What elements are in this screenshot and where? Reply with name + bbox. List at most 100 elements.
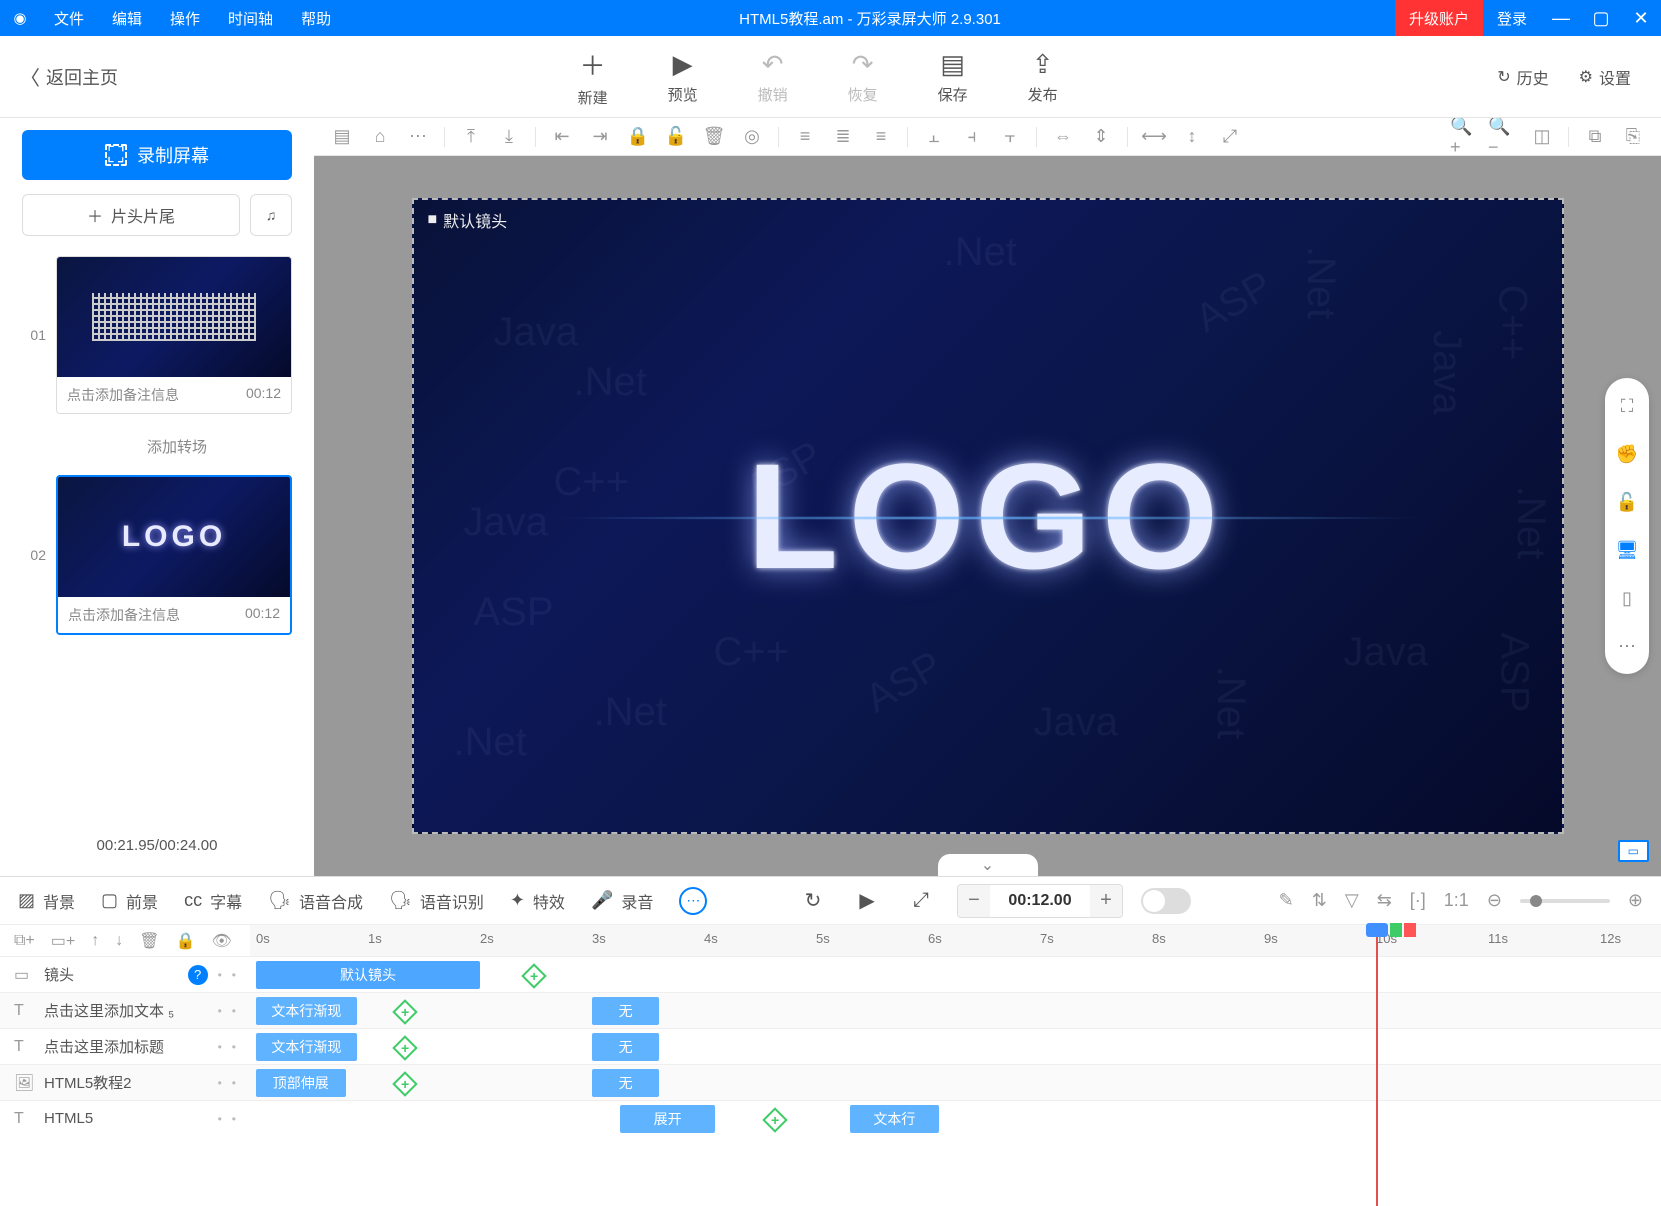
- time-minus-button[interactable]: −: [958, 885, 990, 917]
- track-dot[interactable]: •: [218, 1112, 222, 1126]
- scene-note[interactable]: 点击添加备注信息: [68, 605, 180, 625]
- timeline-tab[interactable]: 🎤录音: [591, 889, 653, 913]
- add-keyframe-button[interactable]: [392, 1035, 417, 1060]
- filter-tl-icon[interactable]: ⇅: [1312, 890, 1327, 911]
- match-w-icon[interactable]: ⟷: [1138, 121, 1170, 153]
- target-icon[interactable]: ◎: [736, 121, 768, 153]
- timeline-tab[interactable]: ▢前景: [101, 889, 158, 913]
- help-icon[interactable]: ?: [188, 965, 208, 985]
- record-screen-button[interactable]: ⛶ 录制屏幕: [22, 130, 292, 180]
- skip-start-icon[interactable]: ⇤: [546, 121, 578, 153]
- menu-item[interactable]: 编辑: [98, 0, 156, 36]
- menu-item[interactable]: 帮助: [287, 0, 345, 36]
- head-tail-button[interactable]: ＋ 片头片尾: [22, 194, 240, 236]
- timeline-tab[interactable]: ▨背景: [18, 889, 75, 913]
- align-right-icon[interactable]: ≡: [865, 121, 897, 153]
- timeline-tab[interactable]: ✦特效: [510, 889, 565, 913]
- new-folder-icon[interactable]: ⧉+: [14, 932, 35, 950]
- close-button[interactable]: ✕: [1621, 0, 1661, 36]
- login-button[interactable]: 登录: [1483, 0, 1541, 36]
- topbar-action[interactable]: ＋新建: [553, 46, 633, 108]
- timeline-tab[interactable]: 🗣语音合成: [268, 889, 363, 913]
- track-dot[interactable]: •: [232, 1076, 236, 1090]
- playhead[interactable]: [1376, 925, 1378, 1206]
- time-value[interactable]: 00:12.00: [990, 892, 1090, 910]
- add-transition-button[interactable]: 添加转场: [22, 430, 292, 459]
- match-icon[interactable]: ⤢: [1214, 121, 1246, 153]
- match-h-icon[interactable]: ↕: [1176, 121, 1208, 153]
- maximize-button[interactable]: ▢: [1581, 0, 1621, 36]
- up-icon[interactable]: ↑: [91, 932, 99, 950]
- track[interactable]: 文本行渐现 无: [250, 1029, 1661, 1064]
- align-left-icon[interactable]: ≡: [789, 121, 821, 153]
- lock-tl-icon[interactable]: 🔒: [176, 931, 196, 951]
- track-dot[interactable]: •: [218, 1004, 222, 1018]
- add-keyframe-button[interactable]: [392, 999, 417, 1024]
- edit-tl-icon[interactable]: ✎: [1279, 890, 1294, 911]
- bracket-icon[interactable]: [·]: [1410, 890, 1426, 911]
- more-tabs-button[interactable]: ⋯: [679, 887, 707, 915]
- layer-icon[interactable]: ▤: [326, 121, 358, 153]
- track-label[interactable]: HTML5教程2: [44, 1072, 208, 1093]
- clip[interactable]: 文本行渐现: [256, 1033, 357, 1061]
- unlock-icon[interactable]: 🔓: [660, 121, 692, 153]
- dist-h-icon[interactable]: ⇔: [1047, 121, 1079, 153]
- align-top-icon[interactable]: ⤒: [455, 121, 487, 153]
- add-keyframe-button[interactable]: [521, 963, 546, 988]
- time-plus-button[interactable]: +: [1090, 885, 1122, 917]
- home-icon[interactable]: ⌂: [364, 121, 396, 153]
- trash-icon[interactable]: 🗑: [698, 121, 730, 153]
- eye-icon[interactable]: 👁: [211, 931, 231, 951]
- align-center-icon[interactable]: ≣: [827, 121, 859, 153]
- track-dot[interactable]: •: [218, 1040, 222, 1054]
- topbar-right-item[interactable]: ↻历史: [1497, 65, 1548, 89]
- timeline-tab[interactable]: 🗣语音识别: [389, 889, 484, 913]
- zoom-slider[interactable]: [1520, 899, 1610, 903]
- clip[interactable]: 顶部伸展: [256, 1069, 346, 1097]
- safe-area-badge[interactable]: ▭: [1618, 840, 1649, 862]
- topbar-right-item[interactable]: ⚙设置: [1579, 65, 1631, 89]
- back-button[interactable]: 〈 返回主页: [0, 62, 138, 91]
- scene-note[interactable]: 点击添加备注信息: [67, 385, 179, 405]
- clip[interactable]: 无: [592, 997, 659, 1025]
- track-label[interactable]: 点击这里添加文本 ₅: [44, 1000, 208, 1021]
- track[interactable]: 顶部伸展无: [250, 1065, 1661, 1100]
- track-dot[interactable]: •: [232, 1112, 236, 1126]
- new-item-icon[interactable]: ▭+: [51, 931, 75, 951]
- upgrade-button[interactable]: 升级账户: [1395, 0, 1483, 36]
- align-v-bot-icon[interactable]: ⫟: [994, 121, 1026, 153]
- more-icon[interactable]: ⋯: [402, 121, 434, 153]
- replay-button[interactable]: ↻: [795, 883, 831, 919]
- expand-timeline-button[interactable]: ⌄: [938, 854, 1038, 876]
- zoom-in-tl-button[interactable]: ⊕: [1628, 890, 1643, 911]
- topbar-action[interactable]: ⇪发布: [1003, 46, 1083, 108]
- copy-icon[interactable]: ⧉: [1579, 121, 1611, 153]
- mobile-icon[interactable]: ▯: [1613, 584, 1641, 612]
- fit-icon[interactable]: ◫: [1526, 121, 1558, 153]
- canvas[interactable]: Java.NetASP.NetC++.NetASPJava.NetC++ASPJ…: [412, 198, 1564, 834]
- ratio-icon[interactable]: 1:1: [1444, 890, 1469, 911]
- clip[interactable]: 无: [592, 1033, 659, 1061]
- timeline-ruler[interactable]: 0s1s2s3s4s5s6s7s8s9s10s11s12s: [250, 925, 1661, 956]
- track-dot[interactable]: •: [218, 968, 222, 982]
- track[interactable]: 展开 文本行: [250, 1101, 1661, 1136]
- minimize-button[interactable]: —: [1541, 0, 1581, 36]
- music-button[interactable]: ♫: [250, 194, 292, 236]
- funnel-icon[interactable]: ▽: [1345, 890, 1359, 911]
- track-dot[interactable]: •: [232, 1040, 236, 1054]
- clip[interactable]: 文本行渐现: [256, 997, 357, 1025]
- expand-button[interactable]: ⤢: [903, 883, 939, 919]
- align-v-top-icon[interactable]: ⫠: [918, 121, 950, 153]
- paste-icon[interactable]: ⎘: [1617, 121, 1649, 153]
- clip[interactable]: 展开: [620, 1105, 715, 1133]
- menu-item[interactable]: 文件: [40, 0, 98, 36]
- unlock-tool-icon[interactable]: 🔓: [1613, 488, 1641, 516]
- track-label[interactable]: 点击这里添加标题: [44, 1036, 208, 1057]
- scene-card[interactable]: 点击添加备注信息00:12: [56, 256, 292, 414]
- track-dot[interactable]: •: [232, 1004, 236, 1018]
- menu-item[interactable]: 时间轴: [214, 0, 287, 36]
- dist-v-icon[interactable]: ⇕: [1085, 121, 1117, 153]
- topbar-action[interactable]: ▶预览: [643, 46, 723, 108]
- clip[interactable]: 文本行: [850, 1105, 940, 1133]
- align-bottom-icon[interactable]: ⤓: [493, 121, 525, 153]
